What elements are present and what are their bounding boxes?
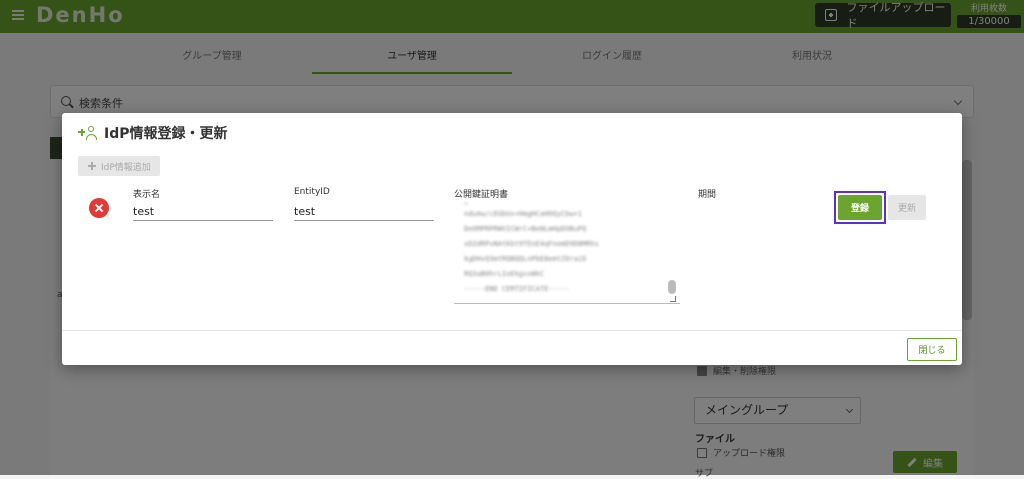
cert-line: nduAw/cEGbUx+HmgHCaHOQyCbw+1 [464, 210, 583, 218]
cert-line: -----END CERTIFICATE----- [464, 285, 570, 293]
cert-line: xD2dRPvNAtKbt9TEnE4qFnemD9D8MRhs [464, 240, 599, 248]
display-name-input[interactable] [133, 203, 273, 221]
add-idp-button[interactable]: IdP情報追加 [78, 156, 160, 176]
entity-id-input[interactable] [294, 203, 434, 221]
dialog-title: IdP情報登録・更新 [78, 123, 228, 143]
certificate-scrollbar[interactable] [668, 280, 676, 294]
display-name-label: 表示名 [133, 190, 161, 200]
close-button[interactable]: 閉じる [907, 338, 957, 361]
cert-line: RQ3aB0hrLIoEkgvxWkC [464, 270, 545, 278]
plus-icon [88, 162, 96, 170]
resize-handle-icon[interactable] [670, 296, 676, 302]
cert-line: DeOMPRPRWVICWrC+BeNLmHpDOBuPQ [464, 225, 587, 233]
register-button[interactable]: 登録 [838, 195, 882, 220]
idp-register-dialog: IdP情報登録・更新 IdP情報追加 表示名 EntityID 公開鍵証明書 ~… [62, 113, 962, 365]
remove-idp-button[interactable] [89, 198, 109, 218]
entity-id-label: EntityID [294, 187, 330, 197]
dialog-title-text: IdP情報登録・更新 [104, 126, 228, 142]
add-idp-label: IdP情報追加 [101, 162, 151, 173]
certificate-textarea[interactable]: ~ nduAw/cEGbUx+HmgHCaHOQyCbw+1 DeOMPRPRW… [454, 201, 680, 304]
update-button[interactable]: 更新 [888, 195, 926, 220]
person-add-icon [78, 126, 98, 140]
cert-line: kgDHvQ3mtRQBQQLnPbE8emtZ0raiD [464, 255, 587, 263]
certificate-label: 公開鍵証明書 [454, 190, 509, 200]
period-label: 期間 [698, 190, 717, 200]
dialog-divider [62, 330, 962, 331]
